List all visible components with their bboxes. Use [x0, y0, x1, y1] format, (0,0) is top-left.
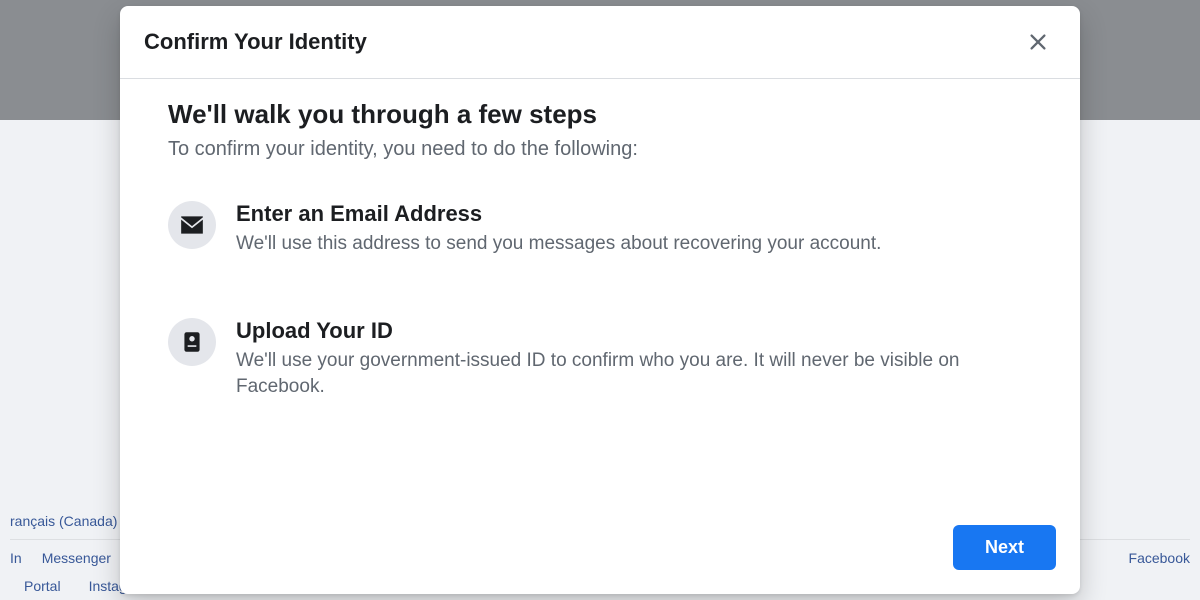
close-button[interactable]: [1020, 24, 1056, 60]
step-upload-id: Upload Your ID We'll use your government…: [168, 318, 1032, 401]
modal-body: We'll walk you through a few steps To co…: [120, 79, 1080, 509]
close-icon: [1027, 31, 1049, 53]
body-heading: We'll walk you through a few steps: [168, 99, 1032, 130]
step-upload-title: Upload Your ID: [236, 318, 1032, 344]
modal-overlay: Confirm Your Identity We'll walk you thr…: [0, 0, 1200, 600]
step-email-content: Enter an Email Address We'll use this ad…: [236, 201, 1032, 258]
modal-title: Confirm Your Identity: [144, 29, 367, 55]
step-email-title: Enter an Email Address: [236, 201, 1032, 227]
modal-footer: Next: [120, 509, 1080, 594]
confirm-identity-modal: Confirm Your Identity We'll walk you thr…: [120, 6, 1080, 594]
email-icon: [168, 201, 216, 249]
step-email-desc: We'll use this address to send you messa…: [236, 231, 1032, 258]
step-upload-desc: We'll use your government-issued ID to c…: [236, 348, 1032, 401]
step-upload-content: Upload Your ID We'll use your government…: [236, 318, 1032, 401]
next-button[interactable]: Next: [953, 525, 1056, 570]
modal-header: Confirm Your Identity: [120, 6, 1080, 79]
step-email: Enter an Email Address We'll use this ad…: [168, 201, 1032, 258]
body-subheading: To confirm your identity, you need to do…: [168, 138, 1032, 161]
id-card-icon: [168, 318, 216, 366]
